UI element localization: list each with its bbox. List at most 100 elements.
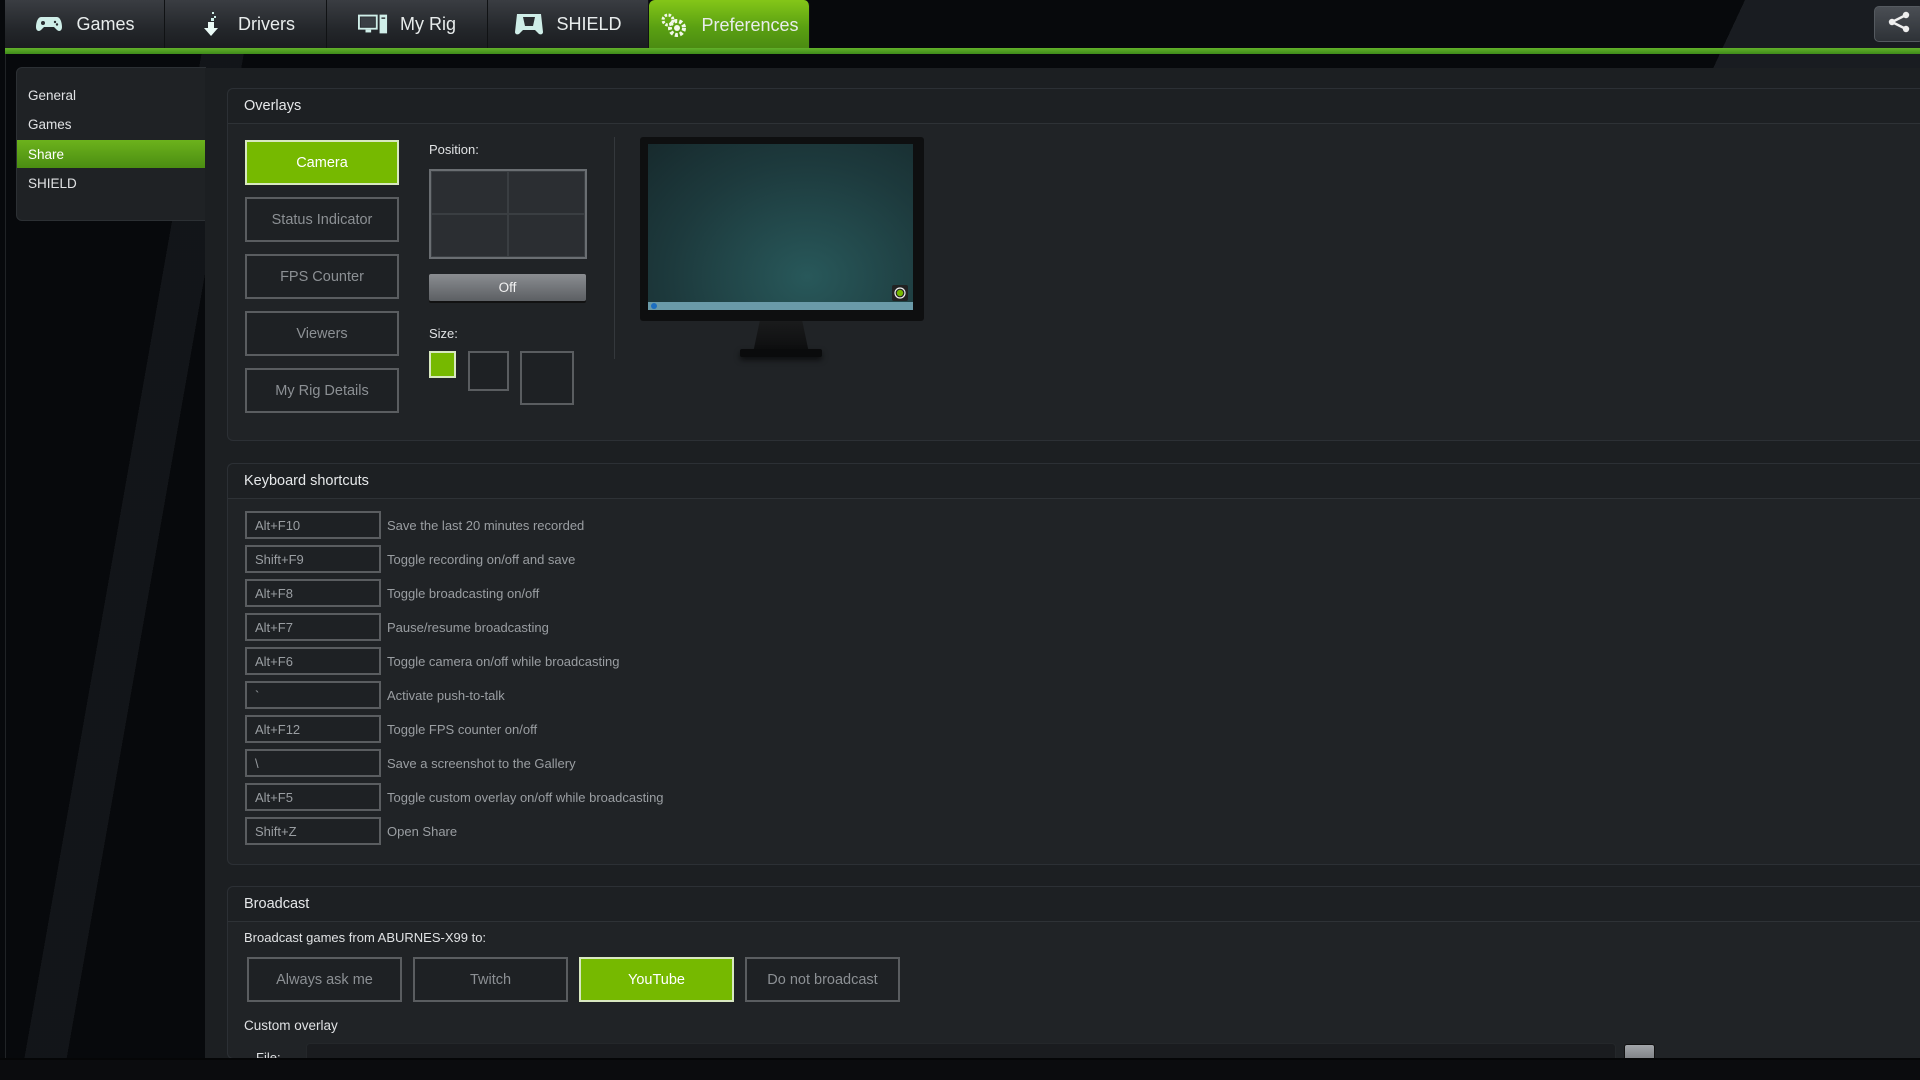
monitor-frame [640, 137, 924, 321]
sidebar-item-games[interactable]: Games [17, 110, 205, 138]
shortcut-key-field[interactable]: Alt+F5 [245, 783, 381, 811]
button-label: Twitch [469, 971, 512, 988]
tab-shield[interactable]: SHIELD [488, 0, 649, 48]
size-large-option[interactable] [520, 351, 574, 405]
shortcut-key-field[interactable]: ` [245, 681, 381, 709]
tab-label: Drivers [238, 13, 295, 34]
button-label: Viewers [296, 325, 348, 342]
position-label: Position: [429, 142, 479, 157]
panel-divider [614, 137, 615, 359]
top-navigation: Games Drivers My Rig SHIELD Preferences [0, 0, 1920, 54]
sidebar-item-label: General [28, 87, 77, 103]
shortcut-row: ` Activate push-to-talk [245, 681, 505, 709]
shortcut-row: Alt+F7 Pause/resume broadcasting [245, 613, 549, 641]
shortcut-row: Shift+F9 Toggle recording on/off and save [245, 545, 575, 573]
shortcut-description: Toggle recording on/off and save [387, 551, 576, 567]
share-icon [1887, 11, 1911, 38]
shortcut-key-field[interactable]: Shift+Z [245, 817, 381, 845]
computer-icon [357, 11, 388, 37]
overlay-camera-button[interactable]: Camera [245, 140, 399, 185]
button-label: Always ask me [276, 971, 373, 988]
position-grid [429, 169, 587, 259]
shortcut-key-field[interactable]: \ [245, 749, 381, 777]
button-label: Do not broadcast [767, 971, 878, 988]
shortcut-row: \ Save a screenshot to the Gallery [245, 749, 576, 777]
camera-overlay-indicator-icon [892, 285, 908, 301]
shortcut-description: Save a screenshot to the Gallery [387, 755, 576, 771]
tab-drivers[interactable]: Drivers [165, 0, 327, 48]
size-medium-option[interactable] [468, 351, 509, 391]
gears-icon [659, 12, 689, 38]
shortcut-description: Open Share [387, 823, 458, 839]
overlay-status-indicator-button[interactable]: Status Indicator [245, 197, 399, 242]
shortcut-row: Alt+F10 Save the last 20 minutes recorded [245, 511, 584, 539]
position-bottom-right[interactable] [508, 214, 585, 257]
position-off-button[interactable]: Off [429, 274, 586, 301]
position-bottom-left[interactable] [431, 214, 508, 257]
panel-title: Overlays [244, 98, 302, 114]
shortcut-description: Activate push-to-talk [387, 687, 505, 703]
button-label: YouTube [628, 971, 685, 988]
share-button[interactable] [1874, 6, 1920, 42]
shortcut-description: Toggle broadcasting on/off [387, 585, 540, 601]
shortcut-description: Pause/resume broadcasting [387, 619, 549, 635]
shortcut-row: Alt+F5 Toggle custom overlay on/off while… [245, 783, 664, 811]
broadcast-do-not-broadcast-button[interactable]: Do not broadcast [745, 957, 900, 1002]
broadcast-target-label: Broadcast games from ABURNES-X99 to: [244, 930, 487, 945]
broadcast-twitch-button[interactable]: Twitch [413, 957, 568, 1002]
shortcut-key-field[interactable]: Alt+F6 [245, 647, 381, 675]
shortcut-description: Toggle camera on/off while broadcasting [387, 653, 620, 669]
size-small-option[interactable] [429, 351, 456, 378]
button-label: Camera [296, 154, 348, 171]
shortcut-key-field[interactable]: Alt+F7 [245, 613, 381, 641]
overlays-header: Overlays [228, 89, 1920, 124]
gamepad-icon [34, 11, 64, 37]
preferences-sidebar: General Games Share SHIELD [16, 67, 206, 221]
button-label: Status Indicator [271, 211, 373, 228]
monitor-screen [648, 144, 913, 310]
broadcast-panel: Broadcast Broadcast games from ABURNES-X… [227, 886, 1920, 1059]
sidebar-item-share[interactable]: Share [17, 140, 205, 168]
tab-my-rig[interactable]: My Rig [327, 0, 488, 48]
sidebar-item-general[interactable]: General [17, 81, 205, 109]
start-button-icon [651, 303, 657, 309]
shortcut-description: Save the last 20 minutes recorded [387, 517, 585, 533]
shortcut-row: Alt+F8 Toggle broadcasting on/off [245, 579, 539, 607]
sidebar-item-shield[interactable]: SHIELD [17, 169, 205, 197]
shortcut-row: Alt+F6 Toggle camera on/off while broadca… [245, 647, 619, 675]
tab-label: SHIELD [556, 13, 622, 34]
sidebar-item-label: Share [28, 146, 65, 162]
broadcast-youtube-button[interactable]: YouTube [579, 957, 734, 1002]
overlay-my-rig-details-button[interactable]: My Rig Details [245, 368, 399, 413]
position-top-left[interactable] [431, 171, 508, 214]
panel-title: Broadcast [244, 896, 310, 912]
monitor-taskbar [648, 302, 913, 310]
bottom-status-bar [0, 1058, 1920, 1080]
overlays-panel: Overlays Camera Status Indicator FPS Cou… [227, 88, 1920, 441]
shortcuts-header: Keyboard shortcuts [228, 464, 1920, 499]
browse-file-button[interactable] [1624, 1044, 1655, 1058]
custom-overlay-file-input[interactable] [306, 1043, 1616, 1058]
shortcut-key-field[interactable]: Shift+F9 [245, 545, 381, 573]
broadcast-header: Broadcast [228, 887, 1920, 922]
tab-preferences[interactable]: Preferences [649, 0, 810, 50]
monitor-base [740, 349, 822, 357]
overlay-fps-counter-button[interactable]: FPS Counter [245, 254, 399, 299]
broadcast-always-ask-button[interactable]: Always ask me [247, 957, 402, 1002]
shortcut-description: Toggle FPS counter on/off [387, 721, 538, 737]
size-label: Size: [429, 326, 458, 341]
tab-label: Preferences [701, 14, 799, 35]
shield-controller-icon [514, 11, 544, 37]
overlay-viewers-button[interactable]: Viewers [245, 311, 399, 356]
sidebar-item-label: Games [28, 116, 72, 132]
custom-overlay-label: Custom overlay [244, 1018, 338, 1033]
shortcut-key-field[interactable]: Alt+F12 [245, 715, 381, 743]
shortcut-row: Alt+F12 Toggle FPS counter on/off [245, 715, 537, 743]
shortcut-key-field[interactable]: Alt+F10 [245, 511, 381, 539]
tab-games[interactable]: Games [5, 0, 165, 48]
position-top-right[interactable] [508, 171, 585, 214]
button-label: Off [498, 280, 517, 295]
overlay-preview-monitor [640, 137, 924, 367]
shortcut-key-field[interactable]: Alt+F8 [245, 579, 381, 607]
tab-label: Games [76, 13, 135, 34]
